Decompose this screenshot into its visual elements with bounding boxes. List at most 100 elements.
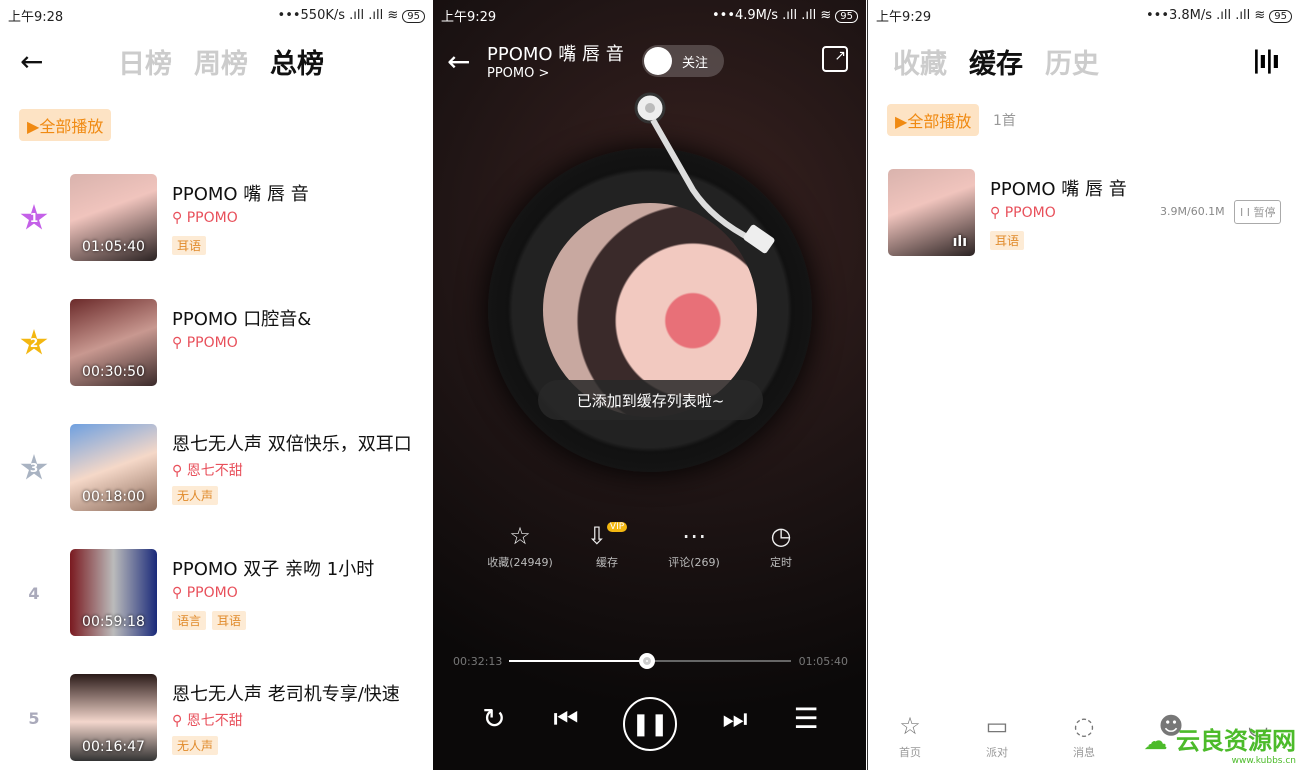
track-count: 1首 [993, 113, 1016, 129]
status-time: 上午9:28 [8, 9, 64, 25]
ranking-item[interactable]: 2 00:30:50 PPOMO 口腔音& ⚲ PPOMO [0, 299, 433, 387]
track-author: ⚲ PPOMO [990, 205, 1056, 221]
library-screen: 上午9:29 •••3.8M/s .ıll .ıll ≋ 95 收藏 缓存 历史 |ı… [867, 0, 1300, 770]
nav-item-2[interactable]: ◌ 消息 [1054, 712, 1114, 760]
track-thumbnail: 00:30:50 [70, 299, 157, 386]
toggle-knob [644, 47, 672, 75]
track-title: 恩七无人声 双倍快乐，双耳口 [172, 434, 412, 455]
elapsed-time: 00:32:13 [453, 655, 503, 668]
author-name: PPOMO [186, 210, 238, 226]
tonearm-icon [634, 92, 775, 254]
ranking-item[interactable]: 4 00:59:18 PPOMO 双子 亲吻 1小时 ⚲ PPOMO 语言 耳语 [0, 549, 433, 637]
pause-download-button[interactable]: I I 暂停 [1234, 200, 1282, 224]
track-author: ⚲ PPOMO [172, 335, 238, 351]
status-time: 上午9:29 [441, 9, 497, 25]
ranking-item[interactable]: 1 01:05:40 PPOMO 嘴 唇 音 ⚲ PPOMO 耳语 [0, 174, 433, 262]
user-icon: ⚲ [172, 463, 187, 479]
author-name: 恩七不甜 [186, 463, 243, 479]
total-time: 01:05:40 [798, 655, 848, 668]
status-bar: 上午9:29 •••4.9M/s .ıll .ıll ≋ 95 [433, 0, 866, 30]
action-1[interactable]: ⇩ VIP 缓存 [562, 522, 652, 570]
star-icon: ☆ [509, 522, 531, 550]
ranking-item[interactable]: 3 00:18:00 恩七无人声 双倍快乐，双耳口 ⚲ 恩七不甜 无人声 [0, 424, 433, 512]
back-arrow-icon[interactable]: ← [447, 45, 470, 78]
battery-level: 95 [835, 9, 858, 23]
previous-icon[interactable]: ⏮ [544, 702, 588, 736]
user-icon: ⚲ [172, 585, 187, 601]
author-name: 恩七不甜 [186, 713, 243, 729]
track-title: PPOMO 嘴 唇 音 [172, 184, 309, 205]
action-2[interactable]: ⋯ 评论(269) [649, 522, 739, 570]
slider-thumb[interactable] [639, 653, 656, 669]
nav-item-0[interactable]: ☆ 首页 [880, 712, 940, 760]
follow-label: 关注 [682, 55, 709, 71]
tag-list: 无人声 [172, 736, 219, 755]
library-tabs: 收藏 缓存 历史 [893, 42, 1099, 81]
nav-item-1[interactable]: ▭ 派对 [967, 712, 1027, 760]
author-name: PPOMO [186, 335, 238, 351]
status-network: •••3.8M/s .ıll .ıll ≋ [1145, 7, 1266, 23]
message-icon: ◌ [1073, 712, 1095, 740]
rank-badge: 4 [28, 583, 40, 603]
vip-badge: VIP [606, 522, 628, 532]
tag: 语言 [172, 611, 207, 630]
back-arrow-icon[interactable]: ← [20, 45, 43, 78]
battery-level: 95 [402, 9, 425, 23]
track-thumbnail: 00:16:47 [70, 674, 157, 761]
nav-label: 首页 [899, 746, 921, 759]
tag-list: 语言 耳语 [172, 611, 247, 630]
rank-badge: 1 [20, 204, 48, 230]
tag-list: 无人声 [172, 486, 219, 505]
next-icon[interactable]: ⏭ [713, 702, 757, 736]
action-0[interactable]: ☆ 收藏(24949) [475, 522, 565, 570]
play-all-label: 全部播放 [907, 112, 972, 131]
track-title: 恩七无人声 老司机专享/快速 [172, 684, 400, 705]
equalizer-icon[interactable]: |ı|ı [1252, 46, 1280, 74]
rank-badge: 2 [20, 329, 48, 355]
tag: 耳语 [212, 611, 247, 630]
track-duration: 00:59:18 [82, 614, 145, 630]
artist-link[interactable]: PPOMO > [487, 66, 549, 81]
tag: 耳语 [172, 236, 207, 255]
progress-fill [509, 660, 648, 662]
watermark-logo: ☁ 云良资源网 www.kubbs.cn [1143, 727, 1296, 766]
tab-1[interactable]: 周榜 [194, 42, 248, 81]
tag: 耳语 [990, 231, 1025, 250]
track-author: ⚲ PPOMO [172, 585, 238, 601]
action-label: 缓存 [596, 556, 618, 569]
track-duration: 01:05:40 [82, 239, 145, 255]
track-thumbnail: 00:59:18 [70, 549, 157, 636]
ranking-item[interactable]: 5 00:16:47 恩七无人声 老司机专享/快速 ⚲ 恩七不甜 无人声 [0, 674, 433, 762]
tag-list: 耳语 [172, 236, 207, 255]
play-all-button[interactable]: ▶全部播放 [19, 109, 112, 141]
tab-2[interactable]: 总榜 [270, 42, 324, 81]
play-all-button[interactable]: ▶全部播放 [887, 104, 980, 136]
ranking-screen: 上午9:28 •••550K/s .ıll .ıll ≋ 95 ← 日榜 周榜 总榜 … [0, 0, 433, 770]
status-bar: 上午9:28 •••550K/s .ıll .ıll ≋ 95 [0, 0, 433, 30]
tab-1[interactable]: 缓存 [969, 42, 1023, 81]
download-size: 3.9M/60.1M [1160, 205, 1225, 218]
track-title: PPOMO 嘴 唇 音 [990, 179, 1127, 200]
play-all-label: 全部播放 [39, 117, 104, 136]
track-title: PPOMO 嘴 唇 音 [487, 44, 624, 65]
pause-button[interactable]: ❚❚ [623, 697, 677, 751]
playlist-icon[interactable]: ☰ [784, 702, 828, 735]
user-icon: ⚲ [172, 713, 187, 729]
playing-bars-icon: ılı [952, 234, 967, 250]
tab-0[interactable]: 日榜 [118, 42, 172, 81]
tab-2[interactable]: 历史 [1045, 42, 1099, 81]
track-author: ⚲ PPOMO [172, 210, 238, 226]
progress-slider[interactable] [509, 653, 791, 669]
follow-toggle[interactable]: 关注 [642, 45, 724, 77]
status-network: •••4.9M/s .ıll .ıll ≋ [711, 7, 832, 23]
action-label: 收藏(24949) [487, 556, 553, 569]
share-icon[interactable]: ↗ [822, 46, 848, 72]
repeat-icon[interactable]: ↻ [472, 702, 516, 735]
video-camera-icon: ▭ [985, 712, 1009, 740]
tab-0[interactable]: 收藏 [893, 42, 947, 81]
status-network: •••550K/s .ıll .ıll ≋ [277, 7, 399, 23]
action-3[interactable]: ◷ 定时 [736, 522, 826, 570]
comment-icon: ⋯ [682, 522, 706, 550]
nav-label: 消息 [1073, 746, 1095, 759]
battery-level: 95 [1269, 9, 1292, 23]
